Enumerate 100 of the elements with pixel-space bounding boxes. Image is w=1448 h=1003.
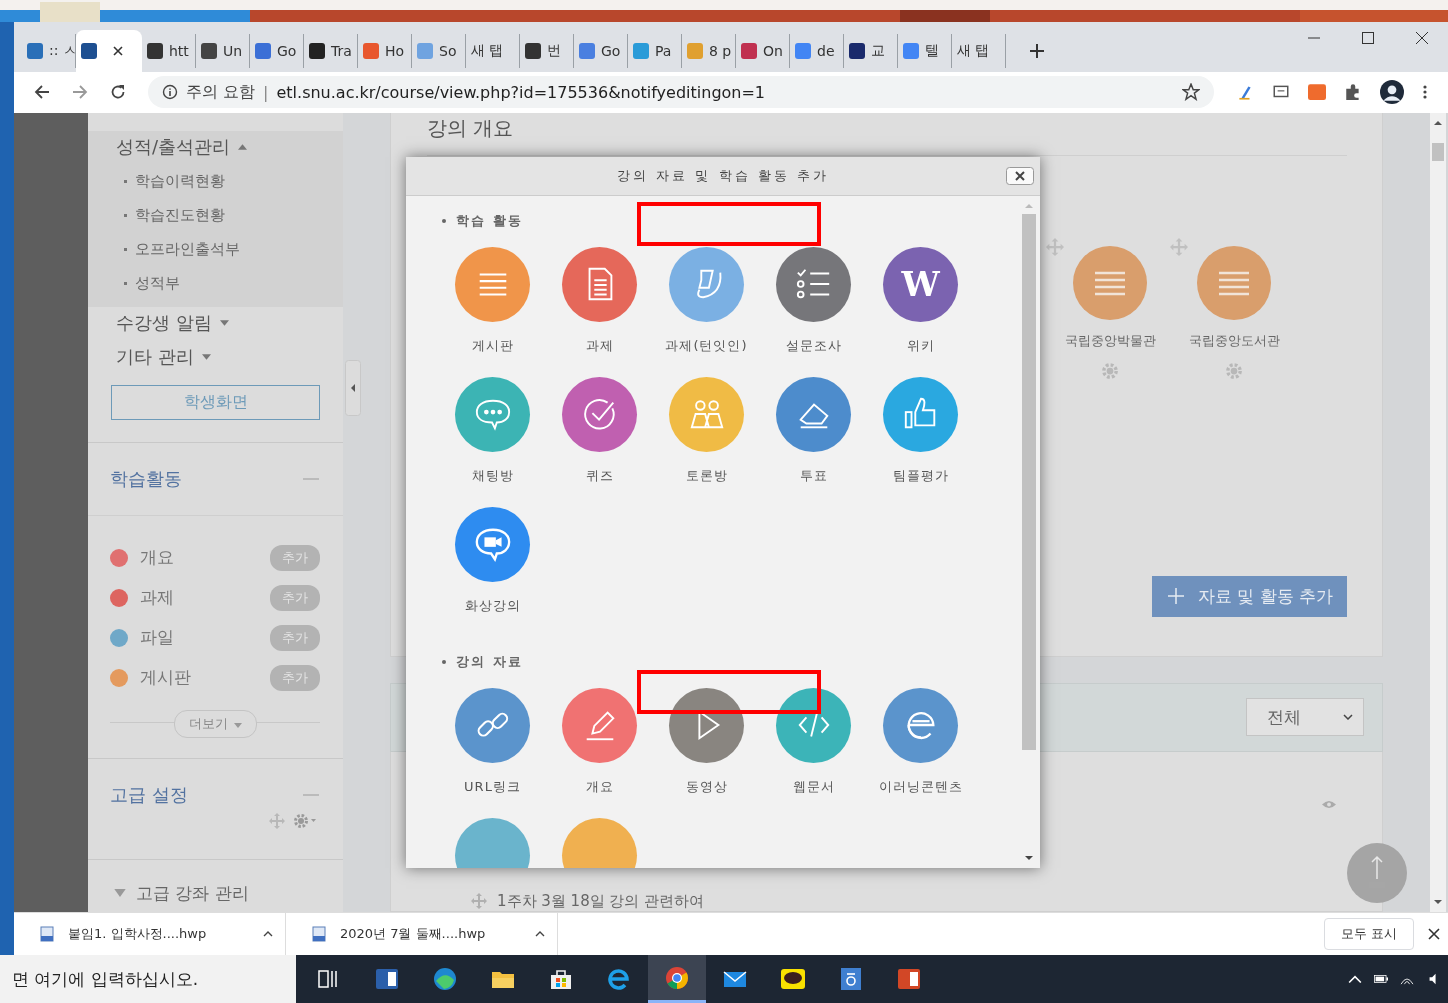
- section-heading: 학습 활동: [456, 211, 523, 230]
- resource-label[interactable]: 국립중앙도서관: [1188, 331, 1280, 350]
- browser-tab[interactable]: 텔: [898, 33, 952, 68]
- url-text[interactable]: etl.snu.ac.kr/course/view.php?id=175536&notifyeditingon=1: [276, 82, 1174, 102]
- bullet-icon: [124, 213, 127, 217]
- activity-label[interactable]: 화상강의: [464, 596, 521, 615]
- bullet-icon: [442, 659, 446, 664]
- lines-icon[interactable]: [1073, 245, 1147, 320]
- lines-icon[interactable]: [1197, 245, 1271, 320]
- activity-label[interactable]: 채팅방: [471, 466, 514, 485]
- section-heading: 강의 자료: [456, 652, 523, 671]
- show-all-button[interactable]: 모두 표시: [1323, 918, 1414, 950]
- scroll-down-icon[interactable]: [1433, 898, 1443, 906]
- chat-app-icon: [780, 966, 806, 992]
- security-label[interactable]: 주의 요함: [186, 81, 256, 103]
- activity-label[interactable]: 위키: [906, 336, 935, 355]
- sidebar-submenu-item[interactable]: 학습이력현황: [135, 171, 225, 191]
- pen-icon[interactable]: [1236, 83, 1254, 102]
- sidebar-menu-item[interactable]: 수강생 알림: [88, 306, 343, 341]
- caret-icon[interactable]: [1343, 714, 1353, 721]
- gear-icon[interactable]: [293, 812, 317, 829]
- activity-label[interactable]: 이러닝콘텐츠: [878, 777, 963, 796]
- scroll-down-icon[interactable]: [1024, 853, 1034, 862]
- document-icon: [312, 926, 326, 942]
- close-icon[interactable]: [1416, 32, 1428, 44]
- activity-label[interactable]: 설문조사: [785, 336, 842, 355]
- sidebar-submenu-item[interactable]: 학습진도현황: [135, 205, 225, 225]
- activity-label[interactable]: 과제(턴잇인): [665, 336, 748, 355]
- browser-tab[interactable]: Un: [196, 33, 250, 68]
- activity-label[interactable]: 투표: [799, 466, 828, 485]
- browser-tab[interactable]: On: [736, 33, 790, 68]
- forward-icon[interactable]: [72, 84, 88, 101]
- close-icon[interactable]: [113, 45, 123, 56]
- battery-icon[interactable]: [1374, 973, 1388, 985]
- activity-label[interactable]: 동영상: [685, 777, 728, 796]
- scrollbar-thumb[interactable]: [1432, 142, 1444, 161]
- page-heading: 강의 개요: [426, 114, 514, 142]
- activity-label[interactable]: 과제: [585, 336, 614, 355]
- browser-tab[interactable]: de: [790, 33, 844, 68]
- back-to-top-button[interactable]: [1347, 842, 1407, 903]
- collapse-tab-icon[interactable]: [345, 358, 361, 417]
- section-title: 고급 설정: [110, 782, 188, 807]
- plus-icon: [1167, 587, 1184, 604]
- browser-tab[interactable]: Pa: [628, 33, 682, 68]
- caret-icon[interactable]: [263, 931, 273, 937]
- scroll-up-icon[interactable]: [1433, 118, 1443, 127]
- maximize-icon[interactable]: [1362, 32, 1374, 44]
- dialog-title: 강의 자료 및 학습 활동 추가: [617, 166, 829, 185]
- sidebar-menu-item[interactable]: 고급 강좌 관리: [88, 859, 343, 905]
- activity-label[interactable]: 웹문서: [792, 777, 835, 796]
- section-title: 학습활동: [110, 466, 182, 491]
- browser-tab[interactable]: Ho: [358, 33, 412, 68]
- browser-tab[interactable]: :: ㅅ: [22, 33, 76, 68]
- scrollbar-thumb[interactable]: [1022, 213, 1036, 750]
- caret-icon[interactable]: [535, 931, 545, 937]
- browser-tab[interactable]: 새 탭: [466, 33, 520, 68]
- star-icon[interactable]: [1182, 83, 1200, 102]
- activity-label[interactable]: URL링크: [464, 777, 521, 796]
- filter-select[interactable]: 전체: [1246, 698, 1364, 737]
- address-bar[interactable]: 주의 요함 | etl.snu.ac.kr/course/view.php?id=175536&notifyeditingon=1: [148, 76, 1214, 109]
- caret-icon: [233, 722, 242, 728]
- browser-tab[interactable]: [76, 29, 142, 72]
- separator: |: [263, 82, 269, 102]
- browser-tab[interactable]: htt: [142, 33, 196, 68]
- activity-button[interactable]: W: [883, 246, 958, 322]
- activity-label[interactable]: 퀴즈: [585, 466, 614, 485]
- puzzle-icon[interactable]: [1344, 83, 1362, 102]
- browser-tab[interactable]: Tra: [304, 33, 358, 68]
- week-title: 1주차 3월 18일 강의 관련하여: [497, 891, 705, 911]
- info-icon[interactable]: [162, 84, 178, 101]
- browser-tab[interactable]: 번: [520, 33, 574, 68]
- document-icon: [40, 926, 54, 942]
- avatar-icon[interactable]: [1380, 80, 1404, 105]
- resource-label[interactable]: 국립중앙박물관: [1064, 331, 1156, 350]
- bullet-icon: [442, 218, 446, 223]
- browser-tab[interactable]: 교: [844, 33, 898, 68]
- bullet-icon: [124, 247, 127, 251]
- activity-label[interactable]: 팀플평가: [892, 466, 949, 485]
- bullet-icon: [124, 281, 127, 285]
- sidebar-menu-item[interactable]: 성적/출석관리: [88, 130, 343, 165]
- activity-label[interactable]: 토론방: [685, 466, 728, 485]
- extension-icon[interactable]: [1308, 83, 1326, 102]
- sidebar-menu-item[interactable]: 기타 관리: [88, 340, 343, 375]
- activity-label[interactable]: 개요: [585, 777, 614, 796]
- browser-tab[interactable]: So: [412, 33, 466, 68]
- chevron-up-icon[interactable]: [1348, 973, 1362, 985]
- browser-tab[interactable]: Go: [574, 33, 628, 68]
- activity-label[interactable]: 게시판: [471, 336, 514, 355]
- browser-tab[interactable]: 새 탭: [952, 33, 1006, 68]
- close-icon[interactable]: [1428, 928, 1440, 940]
- new-tab-icon[interactable]: [1030, 43, 1044, 58]
- sidebar-submenu-item[interactable]: 오프라인출석부: [135, 239, 240, 259]
- reload-icon[interactable]: [110, 84, 126, 101]
- bullet-icon: [124, 179, 127, 183]
- close-button[interactable]: [1006, 166, 1034, 185]
- browser-tab[interactable]: Go: [250, 33, 304, 68]
- sidebar-submenu-item[interactable]: 성적부: [135, 273, 180, 293]
- back-icon[interactable]: [34, 84, 50, 101]
- browser-tab[interactable]: 8 p: [682, 33, 736, 68]
- search-field[interactable]: 면 여기에 입력하십시오.: [0, 955, 296, 1003]
